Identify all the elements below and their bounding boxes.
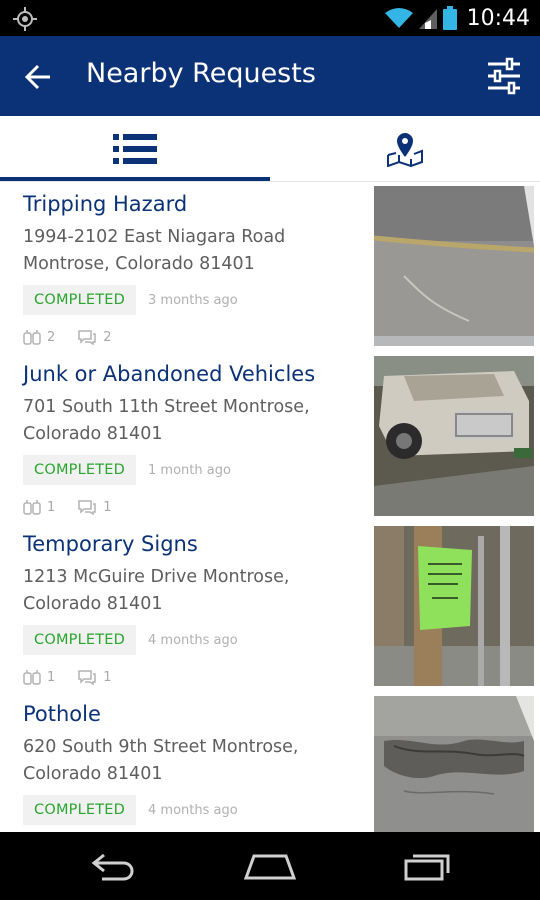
followers-count: 1 [23, 499, 55, 515]
status-bar: 10:44 [0, 0, 540, 36]
comments-number: 2 [103, 329, 112, 345]
time-ago: 3 months ago [148, 292, 238, 308]
status-badge: COMPLETED [23, 795, 137, 825]
status-badge: COMPLETED [23, 285, 137, 315]
list-item[interactable]: Pothole 620 South 9th Street Montrose, C… [0, 692, 540, 832]
request-title: Pothole [23, 702, 101, 726]
signal-icon [418, 9, 437, 29]
tab-map[interactable] [270, 116, 540, 182]
request-address: 1213 McGuire Drive Montrose, Colorado 81… [23, 567, 290, 614]
comments-count: 2 [77, 329, 112, 345]
followers-count: 2 [23, 329, 55, 345]
list-item[interactable]: Junk or Abandoned Vehicles 701 South 11t… [0, 352, 540, 522]
back-nav-icon [91, 853, 134, 881]
arrow-left-icon[interactable] [22, 60, 56, 94]
back-nav-button[interactable] [83, 844, 143, 888]
view-tabs [0, 116, 540, 182]
request-title: Temporary Signs [23, 532, 198, 556]
comments-count: 1 [77, 669, 112, 685]
comment-icon [78, 330, 97, 345]
time-ago: 4 months ago [148, 802, 238, 818]
requests-list: Tripping Hazard 1994-2102 East Niagara R… [0, 182, 540, 832]
comments-number: 1 [103, 669, 112, 685]
comment-icon [78, 500, 97, 515]
request-photo [374, 696, 534, 832]
request-photo [374, 186, 534, 346]
request-photo [374, 526, 534, 686]
followers-count: 1 [23, 669, 55, 685]
map-pin-icon [387, 133, 423, 167]
recents-nav-button[interactable] [398, 844, 458, 888]
location-icon [13, 7, 37, 31]
battery-icon [442, 6, 457, 30]
list-item[interactable]: Tripping Hazard 1994-2102 East Niagara R… [0, 182, 540, 352]
page-title: Nearby Requests [86, 58, 316, 89]
system-nav-bar [0, 832, 540, 900]
home-nav-button[interactable] [240, 844, 300, 888]
request-address: 701 South 11th Street Montrose, Colorado… [23, 397, 310, 444]
list-icon [113, 134, 157, 164]
clock: 10:44 [466, 5, 530, 31]
request-title: Tripping Hazard [23, 192, 188, 216]
app-bar: Nearby Requests [0, 36, 540, 116]
followers-number: 2 [47, 329, 56, 345]
request-address: 1994-2102 East Niagara Road Montrose, Co… [23, 227, 286, 274]
followers-icon [23, 330, 41, 345]
recents-icon [404, 854, 450, 881]
request-address: 620 South 9th Street Montrose, Colorado … [23, 737, 299, 784]
comment-icon [78, 670, 97, 685]
followers-icon [23, 500, 41, 515]
followers-icon [23, 670, 41, 685]
time-ago: 4 months ago [148, 632, 238, 648]
list-item[interactable]: Temporary Signs 1213 McGuire Drive Montr… [0, 522, 540, 692]
time-ago: 1 month ago [148, 462, 231, 478]
wifi-icon [384, 8, 413, 28]
comments-count: 1 [77, 499, 112, 515]
request-title: Junk or Abandoned Vehicles [23, 362, 316, 386]
comments-number: 1 [103, 499, 112, 515]
status-badge: COMPLETED [23, 455, 137, 485]
status-badge: COMPLETED [23, 625, 137, 655]
request-photo [374, 356, 534, 516]
followers-number: 1 [47, 499, 56, 515]
followers-number: 1 [47, 669, 56, 685]
tab-list[interactable] [0, 116, 270, 182]
tab-indicator [0, 177, 270, 181]
home-icon [243, 854, 297, 880]
sliders-icon[interactable] [484, 56, 524, 96]
